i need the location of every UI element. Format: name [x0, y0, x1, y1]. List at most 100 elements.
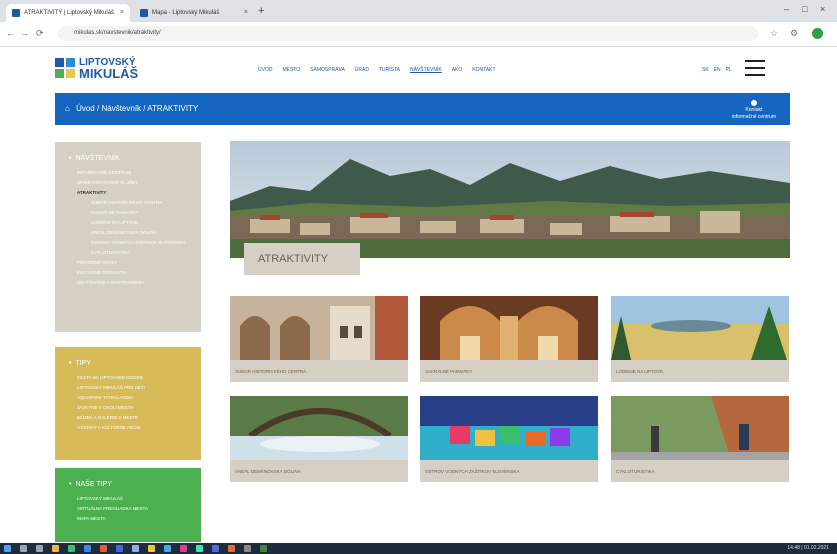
tab-close-icon[interactable]: × [120, 4, 124, 22]
logo-mark[interactable] [55, 58, 75, 78]
breadcrumb-sep: / [97, 104, 100, 113]
menu-icon[interactable] [745, 60, 765, 76]
sidebar-item[interactable]: SPRIEVODCOVSKÉ SLUŽBY [77, 180, 193, 185]
app-icon[interactable] [132, 545, 139, 552]
sidebar-item[interactable]: JASKYNE V OKOLÍ MESTA [77, 405, 193, 410]
app-icon[interactable] [228, 545, 235, 552]
back-button[interactable]: ← [6, 28, 15, 38]
card-boating[interactable]: LODENIE NA LIPTOVE [611, 296, 789, 382]
sidebar-item[interactable]: LIPTOVSKÝ MIKULÁŠ [77, 496, 193, 501]
sidebar-item[interactable]: PRÍRODNÉ KRÁSY [77, 260, 193, 265]
sidebar-item[interactable]: UBYTOVANIE A GASTRONÓMIA [77, 280, 193, 285]
breadcrumb-current: ATRAKTIVITY [147, 104, 199, 113]
nav-item-active[interactable]: NÁVŠTEVNÍK [410, 67, 442, 73]
browser-tab-active[interactable]: ATRAKTIVITY | Liptovský Mikuláš × [6, 4, 130, 22]
nav-item[interactable]: KONTAKT [472, 67, 495, 73]
contact-sub: informačné centrum [731, 114, 776, 120]
app-icon[interactable] [180, 545, 187, 552]
tab-title: ATRAKTIVITY | Liptovský Mikuláš [24, 10, 115, 16]
app-icon[interactable] [260, 545, 267, 552]
forward-button[interactable]: → [20, 28, 29, 38]
lang-en[interactable]: EN [714, 67, 721, 73]
hero-title: ATRAKTIVITY [244, 243, 360, 275]
sidebar-item-current[interactable]: ATRAKTIVITY [77, 190, 193, 195]
close-button[interactable]: × [820, 4, 825, 14]
sidebar-subitem[interactable]: SÚBOR HISTORICKÉHO CENTRA [91, 200, 193, 205]
sidebar-subitem[interactable]: SAKRÁLNE PAMIATKY [91, 210, 193, 215]
star-icon[interactable]: ☆ [770, 28, 778, 39]
sidebar-visitor: • NÁVŠTEVNÍK INFORMAČNÉ CENTRUM SPRIEVODC… [55, 142, 201, 332]
nav-item[interactable]: ÚVOD [258, 67, 272, 73]
search-icon[interactable] [20, 545, 27, 552]
app-icon[interactable] [164, 545, 171, 552]
minimize-button[interactable]: – [784, 4, 789, 14]
taskview-icon[interactable] [36, 545, 43, 552]
breadcrumb-home[interactable]: Úvod [76, 104, 95, 113]
app-icon[interactable] [148, 545, 155, 552]
sidebar-item[interactable]: MAPA MESTA [77, 516, 193, 521]
breadcrumb-sep: / [143, 104, 146, 113]
profile-avatar[interactable] [812, 28, 823, 39]
nav-item[interactable]: MESTO [282, 67, 300, 73]
sidebar-our-tips: • NAŠE TIPY LIPTOVSKÝ MIKULÁŠ VIRTUÁLNA P… [55, 468, 201, 542]
app-icon[interactable] [116, 545, 123, 552]
chrome-icon[interactable] [68, 545, 75, 552]
app-icon[interactable] [212, 545, 219, 552]
sidebar-title[interactable]: • NAŠE TIPY [69, 481, 193, 488]
clock[interactable]: 14:48 | 01.02.2021 [787, 545, 829, 551]
contact-button[interactable]: Kontakt informačné centrum [732, 100, 776, 121]
card-historical-center[interactable]: SÚBOR HISTORICKÉHO CENTRA [230, 296, 408, 382]
lang-sk[interactable]: SK [702, 67, 709, 73]
card-caption: LODENIE NA LIPTOVE [616, 369, 664, 374]
sidebar-item[interactable]: KULTÚRNE PODUJATIA [77, 270, 193, 275]
nav-item[interactable]: ÚRAD [355, 67, 369, 73]
browser-tab[interactable]: Mapa - Liptovský Mikuláš × [134, 4, 254, 22]
hero-image [230, 141, 790, 258]
sidebar-item[interactable]: INFORMAČNÉ CENTRUM [77, 170, 193, 175]
nav-item[interactable]: TURISTA [379, 67, 400, 73]
nav-item[interactable]: SAMOSPRÁVA [310, 67, 345, 73]
breadcrumb: ⌂ Úvod / Návštevník / ATRAKTIVITY [65, 104, 198, 113]
nav-item[interactable]: AKO [452, 67, 463, 73]
browser-tab-bar: ATRAKTIVITY | Liptovský Mikuláš × Mapa -… [0, 0, 837, 22]
card-water-island[interactable]: OSTROV VODNÝCH ZÁŽITKOV SLOVENSKA [420, 396, 598, 482]
tab-title: Mapa - Liptovský Mikuláš [152, 10, 220, 16]
reload-button[interactable]: ⟳ [36, 28, 44, 39]
card-cycling[interactable]: CYKLOTURISTIKA [611, 396, 789, 482]
bullet-icon: • [69, 155, 72, 162]
sidebar-title[interactable]: • TIPY [69, 360, 193, 367]
sidebar-item[interactable]: AQUAPARK TATRALANDIA [77, 395, 193, 400]
app-icon[interactable] [100, 545, 107, 552]
card-image [230, 396, 408, 460]
site-logo[interactable]: LIPTOVSKÝ MIKULÁŠ [79, 57, 139, 81]
os-taskbar: 14:48 | 01.02.2021 [0, 543, 837, 554]
sidebar-title[interactable]: • NÁVŠTEVNÍK [69, 155, 193, 162]
sidebar-item[interactable]: VIRTUÁLNA PREHLIADKA MESTA [77, 506, 193, 511]
maximize-button[interactable]: □ [802, 4, 807, 14]
home-icon[interactable]: ⌂ [65, 104, 70, 113]
url-input[interactable]: mikulas.sk/navstevnik/atraktivity/ [58, 26, 758, 41]
app-icon[interactable] [244, 545, 251, 552]
start-icon[interactable] [4, 545, 11, 552]
new-tab-button[interactable]: + [258, 5, 264, 17]
extension-icon[interactable]: ⚙ [790, 28, 798, 39]
lang-pl[interactable]: PL [726, 67, 732, 73]
sidebar-subitem[interactable]: CYKLOTURISTIKA [91, 250, 193, 255]
card-demanovska-valley[interactable]: AREÁL DEMÄNOVSKÁ DOLINA [230, 396, 408, 482]
logo-line2: MIKULÁŠ [79, 66, 139, 81]
app-icon[interactable] [84, 545, 91, 552]
app-icon[interactable] [196, 545, 203, 552]
card-caption: AREÁL DEMÄNOVSKÁ DOLINA [235, 469, 301, 474]
card-sacral-monuments[interactable]: SAKRÁLNE PAMIATKY [420, 296, 598, 382]
breadcrumb-level1[interactable]: Návštevník [101, 104, 141, 113]
sidebar-item[interactable]: LIPTOVSKÝ MIKULÁŠ PRE DETI [77, 385, 193, 390]
explorer-icon[interactable] [52, 545, 59, 552]
sidebar-item[interactable]: MÚZEÁ A GALÉRIE V MESTE [77, 415, 193, 420]
sidebar-item[interactable]: CESTA NA LIPTOVSKÉ MODRÉ [77, 375, 193, 380]
tab-close-icon[interactable]: × [244, 4, 248, 22]
sidebar-subitem[interactable]: LODENIE NA LIPTOVE [91, 220, 193, 225]
favicon-icon [140, 9, 148, 17]
sidebar-subitem[interactable]: OSTROV VODNÝCH ZÁŽITKOV SLOVENSKA [91, 240, 193, 245]
sidebar-item[interactable]: VÝSTAVY A KULTÚRNE AKCIE [77, 425, 193, 430]
sidebar-subitem[interactable]: AREÁL DEMÄNOVSKÁ DOLINA [91, 230, 193, 235]
